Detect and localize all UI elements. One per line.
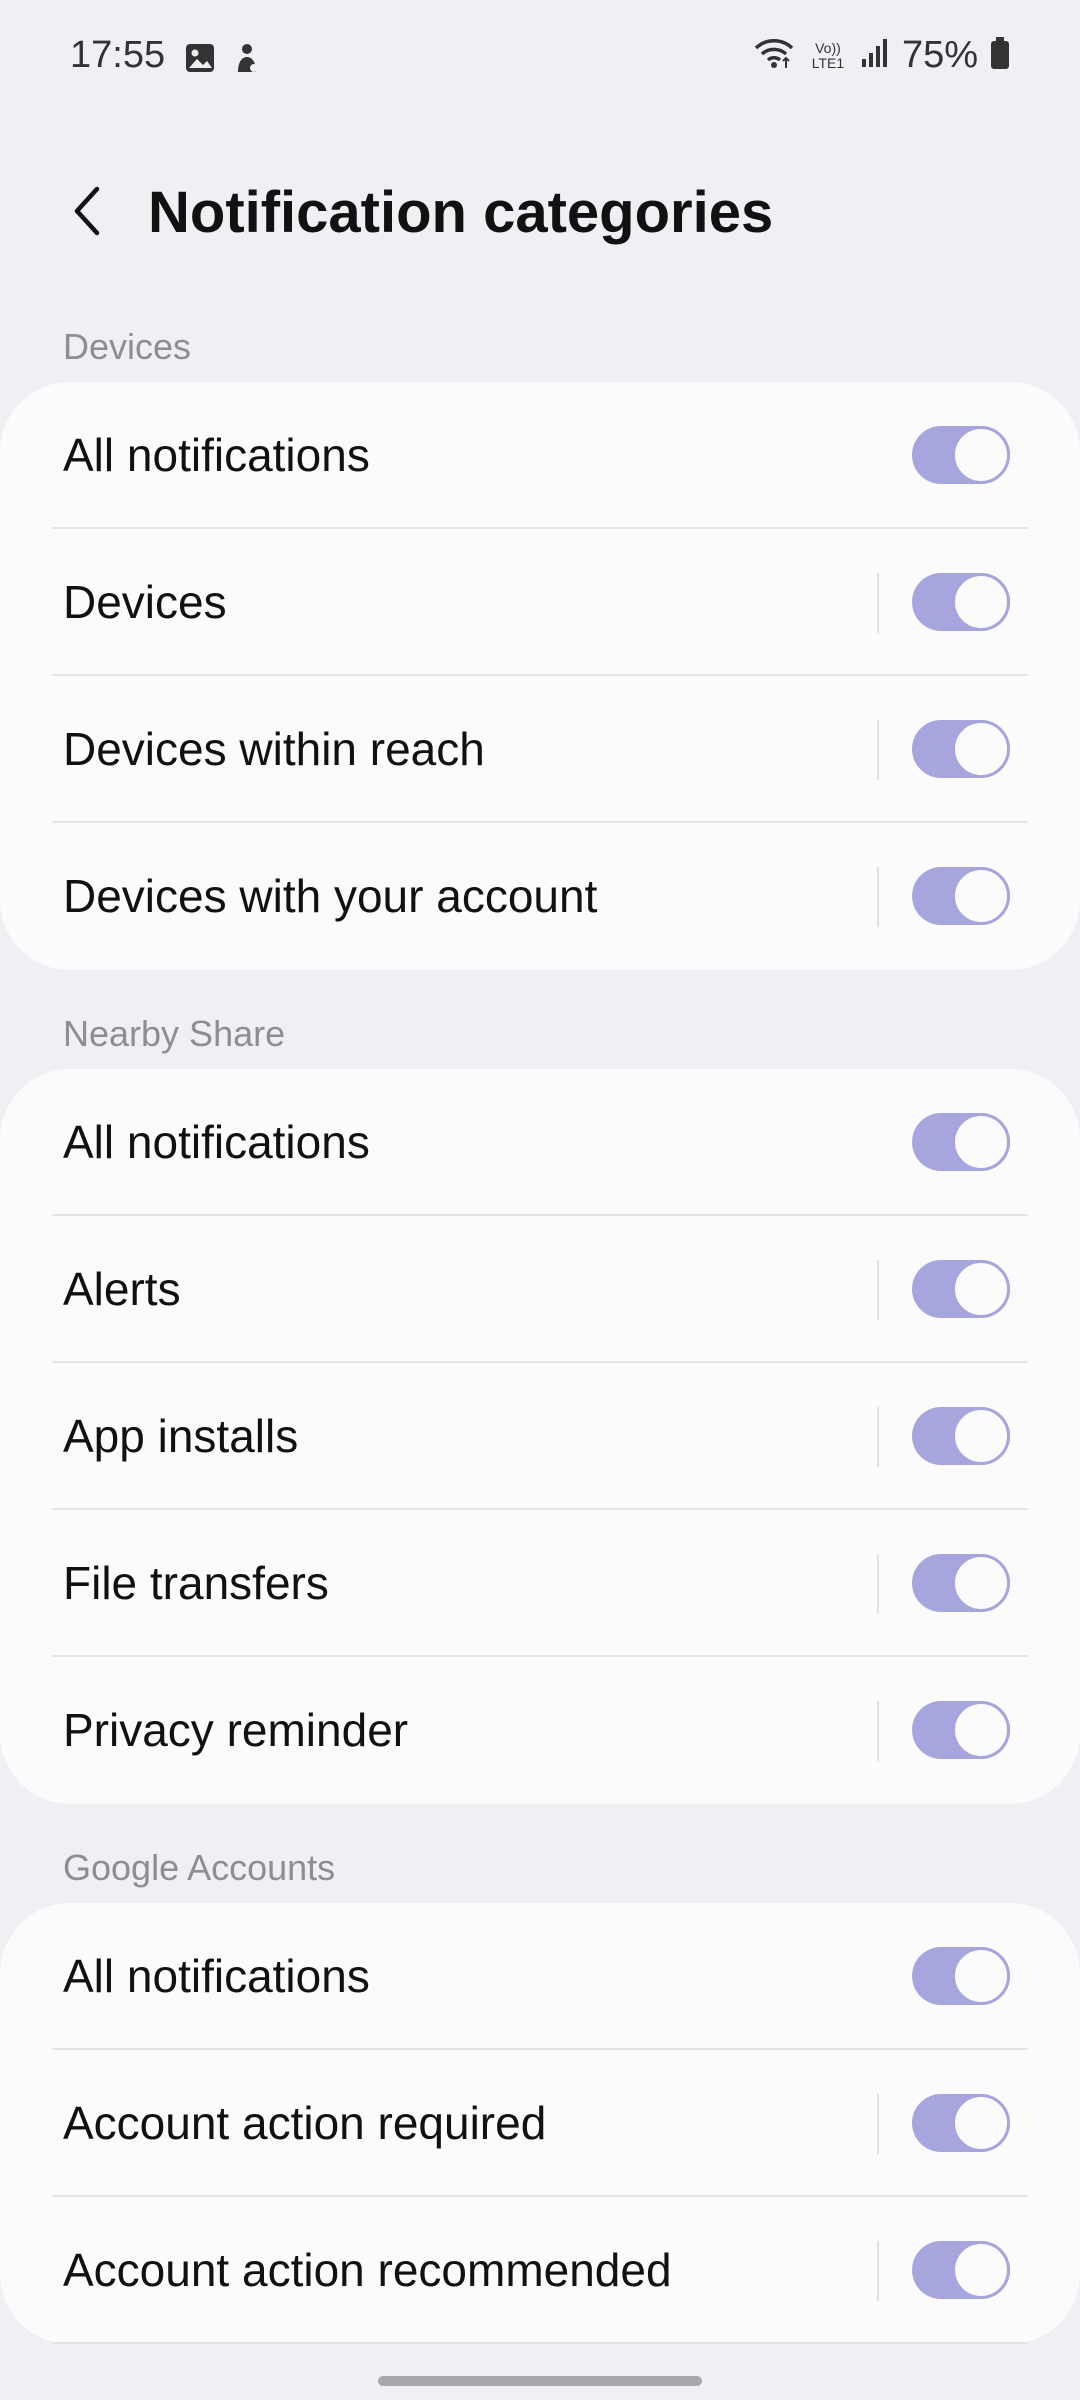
row-label: All notifications	[63, 1950, 370, 2002]
list-item[interactable]: Devices within reach	[0, 676, 1080, 823]
list-item[interactable]: Alerts	[0, 1216, 1080, 1363]
vertical-separator	[877, 1701, 879, 1761]
toggle-switch[interactable]	[912, 426, 1010, 484]
page-title: Notification categories	[148, 180, 774, 245]
signal-icon	[860, 37, 890, 74]
row-label: Account action recommended	[63, 2244, 672, 2296]
wifi-icon	[752, 36, 796, 75]
home-indicator[interactable]	[378, 2376, 702, 2386]
row-label: Devices within reach	[63, 723, 485, 775]
vertical-separator	[877, 720, 879, 780]
list-item[interactable]: File transfers	[0, 1510, 1080, 1657]
vertical-separator	[877, 1260, 879, 1320]
back-button[interactable]	[52, 178, 122, 248]
vertical-separator	[877, 867, 879, 927]
card-google-accounts: All notifications Account action require…	[0, 1903, 1080, 2344]
vertical-separator	[877, 573, 879, 633]
toggle-switch[interactable]	[912, 1554, 1010, 1612]
row-label: File transfers	[63, 1557, 329, 1609]
volte-icon: Vo)) LTE1	[808, 39, 848, 71]
list-item[interactable]: Devices	[0, 529, 1080, 676]
toggle-switch[interactable]	[912, 1407, 1010, 1465]
status-time: 17:55	[70, 34, 166, 76]
toggle-switch[interactable]	[912, 573, 1010, 631]
toggle-switch[interactable]	[912, 867, 1010, 925]
row-label: Devices	[63, 576, 227, 628]
list-item[interactable]: Privacy reminder	[0, 1657, 1080, 1804]
section-label-nearby-share: Nearby Share	[63, 1013, 286, 1054]
battery-percent: 75%	[901, 34, 978, 76]
vertical-separator	[877, 1407, 879, 1467]
status-bar: 17:55 Vo)) LTE1 75%	[0, 0, 1080, 120]
battery-icon	[990, 36, 1010, 75]
vertical-separator	[877, 1554, 879, 1614]
row-label: Account action required	[63, 2097, 547, 2149]
list-item[interactable]: All notifications	[0, 1069, 1080, 1216]
notification-icon	[232, 42, 262, 81]
status-right: Vo)) LTE1 75%	[752, 34, 1010, 77]
card-nearby-share: All notifications Alerts App installs Fi…	[0, 1069, 1080, 1804]
section-label-google-accounts: Google Accounts	[63, 1847, 336, 1888]
row-label: Privacy reminder	[63, 1704, 409, 1756]
toggle-switch[interactable]	[912, 2094, 1010, 2152]
list-item[interactable]: Devices with your account	[0, 823, 1080, 970]
row-label: Alerts	[63, 1263, 181, 1315]
vertical-separator	[877, 2241, 879, 2301]
row-label: All notifications	[63, 1116, 370, 1168]
list-item[interactable]: Account action required	[0, 2050, 1080, 2197]
toggle-switch[interactable]	[912, 1113, 1010, 1171]
list-item[interactable]: App installs	[0, 1363, 1080, 1510]
toggle-switch[interactable]	[912, 1947, 1010, 2005]
chevron-left-icon	[67, 183, 107, 244]
gallery-icon	[184, 42, 216, 81]
row-label: App installs	[63, 1410, 299, 1462]
toggle-switch[interactable]	[912, 1260, 1010, 1318]
row-label: Devices with your account	[63, 870, 598, 922]
row-label: All notifications	[63, 429, 370, 481]
list-item[interactable]: All notifications	[0, 382, 1080, 529]
header: Notification categories	[0, 150, 1080, 280]
toggle-switch[interactable]	[912, 1701, 1010, 1759]
list-item[interactable]: All notifications	[0, 1903, 1080, 2050]
section-label-devices: Devices	[63, 326, 192, 367]
card-devices: All notifications Devices Devices within…	[0, 382, 1080, 970]
divider	[52, 2342, 1028, 2344]
toggle-switch[interactable]	[912, 720, 1010, 778]
status-left-icons	[184, 42, 262, 81]
toggle-switch[interactable]	[912, 2241, 1010, 2299]
list-item[interactable]: Account action recommended	[0, 2197, 1080, 2344]
volte-label: Vo)) LTE1	[811, 39, 845, 71]
vertical-separator	[877, 2094, 879, 2154]
